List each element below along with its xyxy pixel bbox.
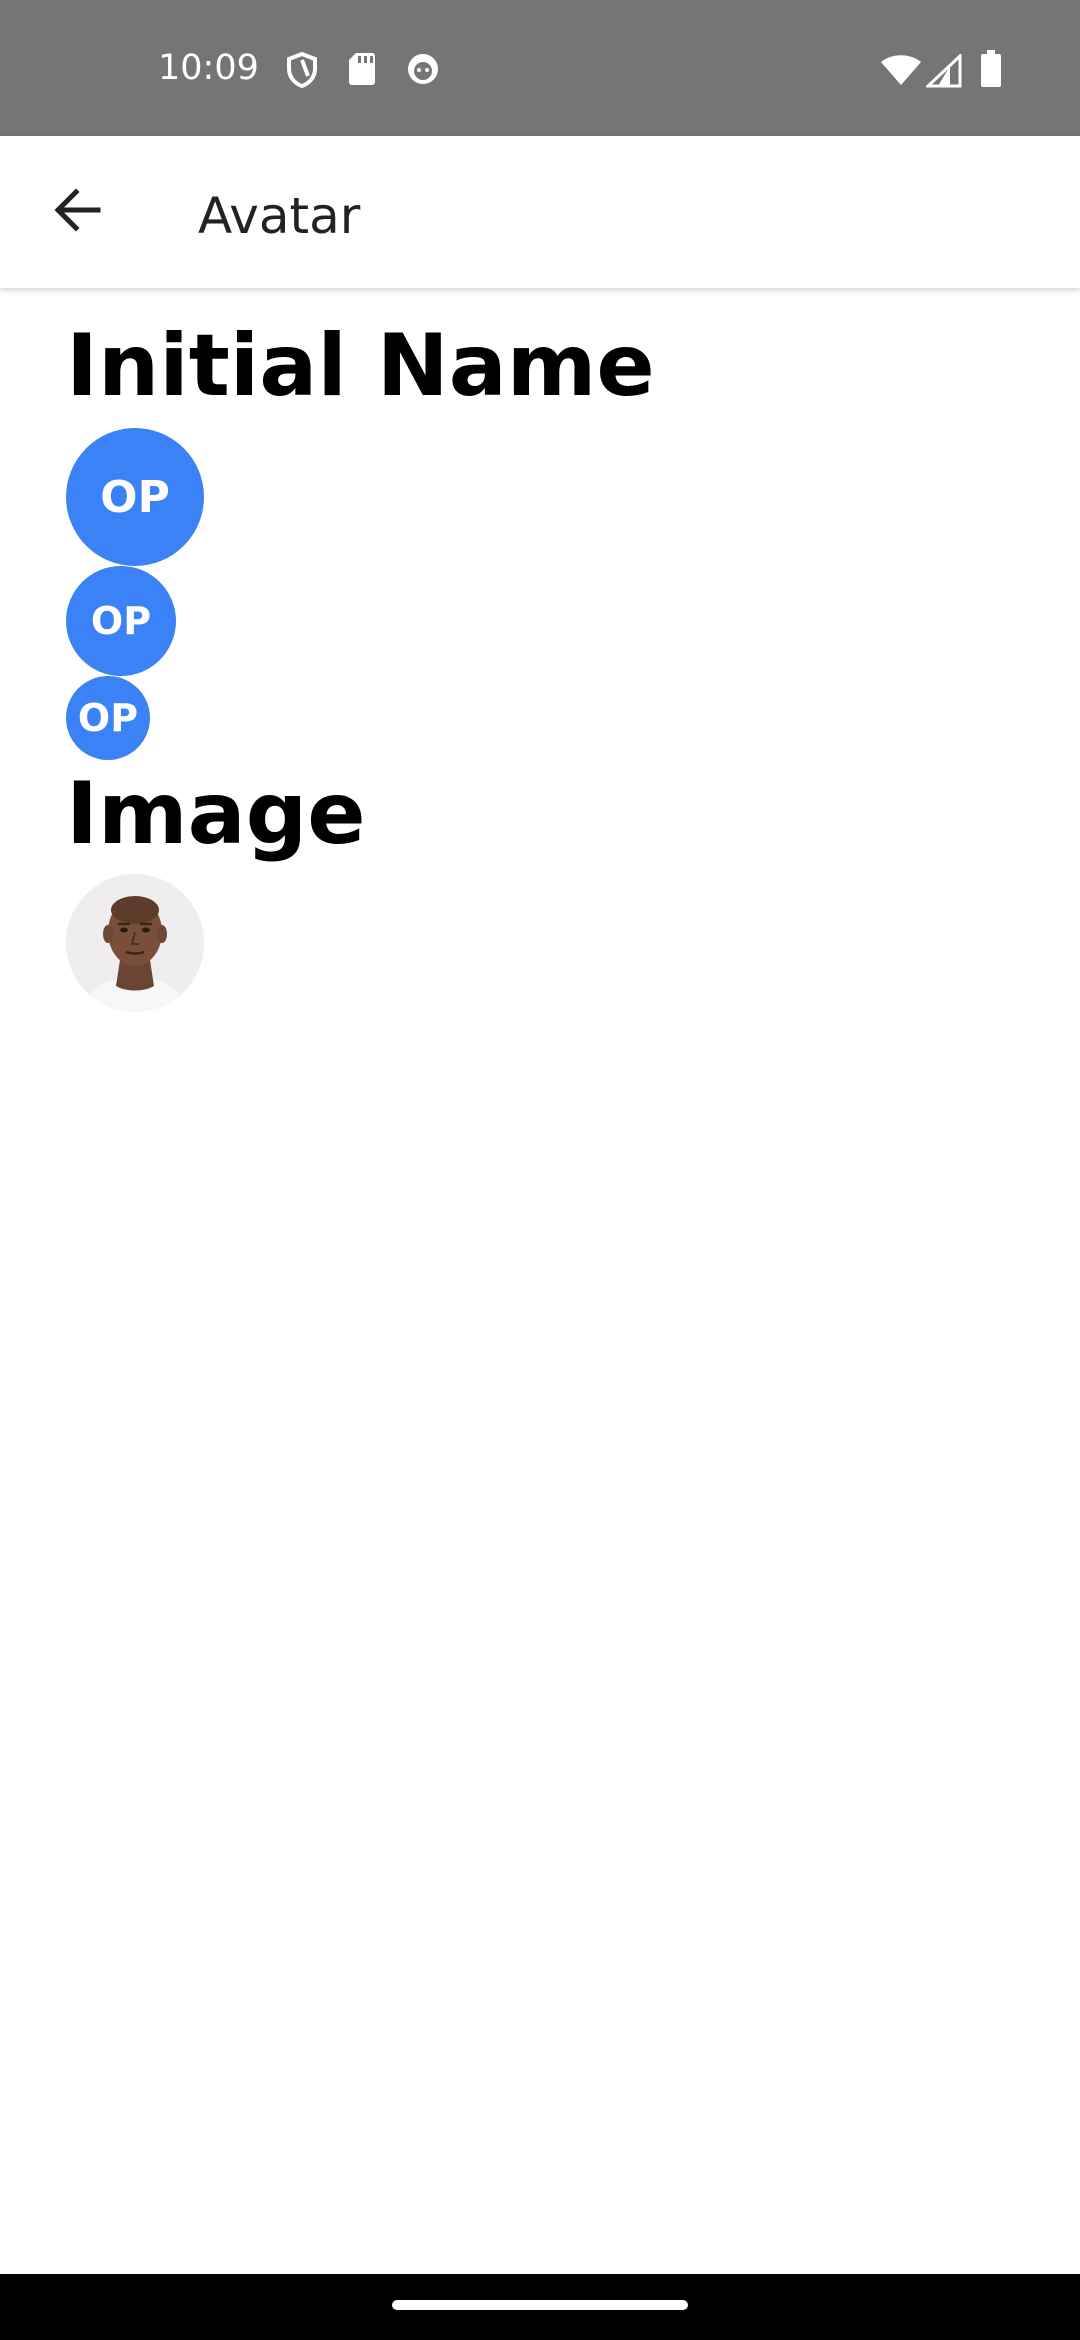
initials-avatar-medium: OP	[66, 566, 176, 676]
initial-name-heading: Initial Name	[66, 316, 655, 416]
page-title: Avatar	[198, 187, 361, 245]
status-time: 10:09	[158, 48, 259, 88]
shield-icon	[286, 51, 318, 93]
initials-avatar-small: OP	[66, 676, 150, 760]
status-bar: 10:09	[0, 0, 1080, 136]
initials-avatar-large: OP	[66, 428, 204, 566]
avatar-initials: OP	[100, 471, 170, 523]
avatar-initials: OP	[90, 599, 152, 643]
battery-icon	[980, 50, 1002, 93]
cell-signal-icon	[924, 52, 962, 93]
arrow-left-icon	[54, 187, 102, 237]
app-bar	[0, 136, 1080, 288]
back-button[interactable]	[38, 172, 118, 252]
home-gesture-handle[interactable]	[392, 2300, 688, 2310]
image-heading: Image	[66, 764, 366, 864]
image-avatar	[66, 874, 204, 1012]
wifi-icon	[880, 54, 922, 91]
notification-face-icon	[406, 52, 440, 91]
person-photo-icon	[66, 874, 204, 1012]
avatar-initials: OP	[77, 696, 139, 740]
sd-card-icon	[348, 52, 376, 91]
